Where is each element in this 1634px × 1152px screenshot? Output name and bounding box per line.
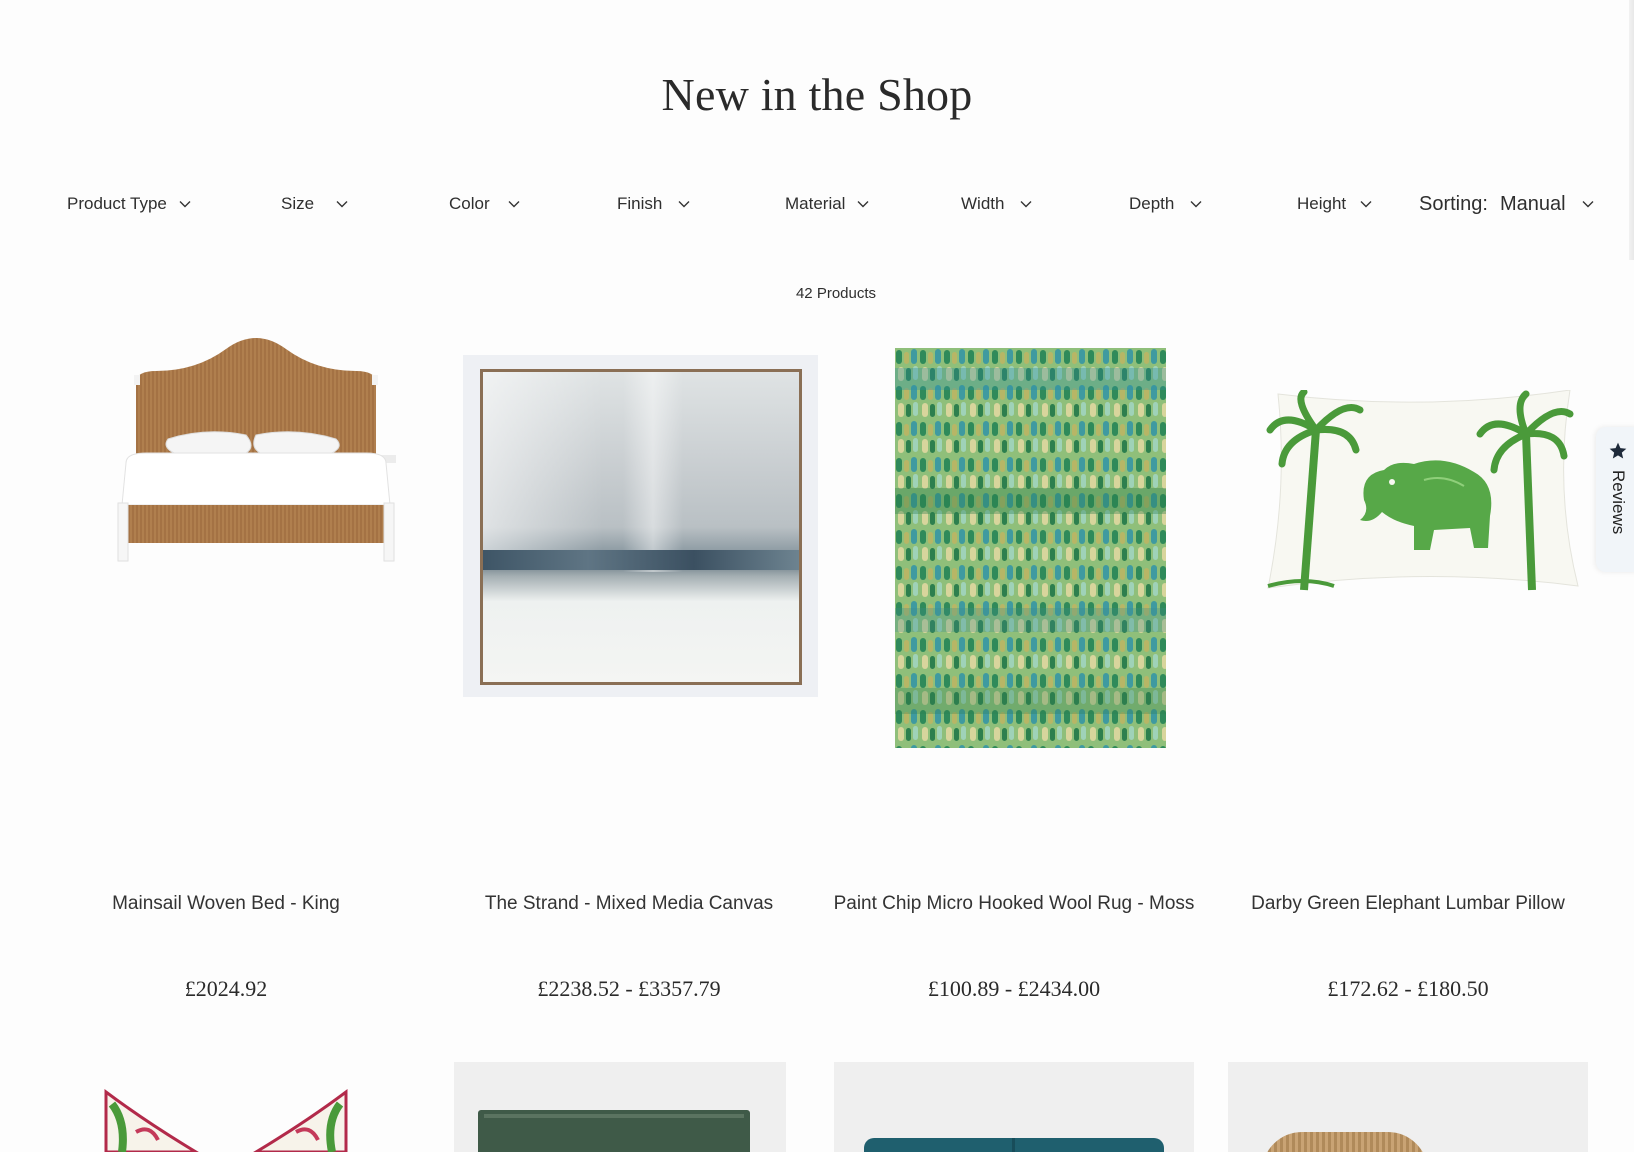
product-image-table[interactable] xyxy=(454,1062,786,1152)
filter-product-type[interactable]: Product Type xyxy=(67,189,191,219)
product-price: £2238.52 - £3357.79 xyxy=(537,976,721,1001)
product-image-rug[interactable] xyxy=(895,348,1166,748)
product-name[interactable]: Paint Chip Micro Hooked Wool Rug - Moss xyxy=(824,890,1204,917)
product-name[interactable]: Mainsail Woven Bed - King xyxy=(36,890,416,917)
chevron-down-icon xyxy=(678,198,690,210)
product-image-pillow[interactable] xyxy=(1264,388,1584,595)
reviews-tab[interactable]: Reviews xyxy=(1596,427,1634,572)
filter-label: Width xyxy=(961,194,1005,213)
page-title: New in the Shop xyxy=(661,69,973,120)
filter-label: Material xyxy=(785,194,846,213)
product-card[interactable]: Darby Green Elephant Lumbar Pillow £172.… xyxy=(1218,335,1598,1015)
scroll-edge xyxy=(1629,0,1634,260)
filter-label: Height xyxy=(1297,194,1347,213)
chevron-down-icon xyxy=(1360,198,1372,210)
chevron-down-icon xyxy=(508,198,520,210)
filter-depth[interactable]: Depth xyxy=(1129,189,1202,219)
product-name[interactable]: The Strand - Mixed Media Canvas xyxy=(439,890,819,917)
filter-label: Finish xyxy=(617,194,663,213)
chevron-down-icon xyxy=(1020,198,1032,210)
chevron-down-icon xyxy=(336,198,348,210)
chevron-down-icon xyxy=(179,198,191,210)
filter-height[interactable]: Height xyxy=(1297,189,1372,219)
filter-label: Depth xyxy=(1129,194,1175,213)
product-image-sofa[interactable] xyxy=(834,1062,1194,1152)
filter-color[interactable]: Color xyxy=(449,189,520,219)
product-image-basket[interactable] xyxy=(1228,1062,1588,1152)
sorting-dropdown[interactable]: Sorting: Manual xyxy=(1419,189,1594,219)
product-count: 42 Products xyxy=(795,285,877,302)
product-image-bed[interactable] xyxy=(96,335,416,595)
product-image-pillow-2[interactable] xyxy=(96,1062,366,1152)
filter-material[interactable]: Material xyxy=(785,189,869,219)
sorting-label: Sorting: xyxy=(1419,192,1488,215)
filter-label: Color xyxy=(449,194,490,213)
product-price: £172.62 - £180.50 xyxy=(1327,976,1489,1001)
product-card[interactable]: Mainsail Woven Bed - King £2024.92 xyxy=(36,335,416,1015)
sorting-value: Manual xyxy=(1499,192,1566,215)
star-icon xyxy=(1608,441,1628,466)
product-card[interactable]: The Strand - Mixed Media Canvas £2238.52… xyxy=(430,335,818,1015)
product-price: £2024.92 xyxy=(184,976,268,1001)
chevron-down-icon xyxy=(1582,198,1594,210)
product-name[interactable]: Darby Green Elephant Lumbar Pillow xyxy=(1218,890,1598,917)
filter-width[interactable]: Width xyxy=(961,189,1032,219)
filter-size[interactable]: Size xyxy=(281,189,348,219)
product-card[interactable]: Paint Chip Micro Hooked Wool Rug - Moss … xyxy=(824,335,1204,1015)
filter-finish[interactable]: Finish xyxy=(617,189,690,219)
chevron-down-icon xyxy=(857,198,869,210)
product-image-canvas[interactable] xyxy=(463,355,818,697)
chevron-down-icon xyxy=(1190,198,1202,210)
filter-label: Product Type xyxy=(67,194,167,213)
product-price: £100.89 - £2434.00 xyxy=(927,976,1101,1001)
filter-label: Size xyxy=(281,194,315,213)
reviews-label: Reviews xyxy=(1609,470,1628,535)
page: New in the Shop Product Type Size Color … xyxy=(0,0,1634,1152)
